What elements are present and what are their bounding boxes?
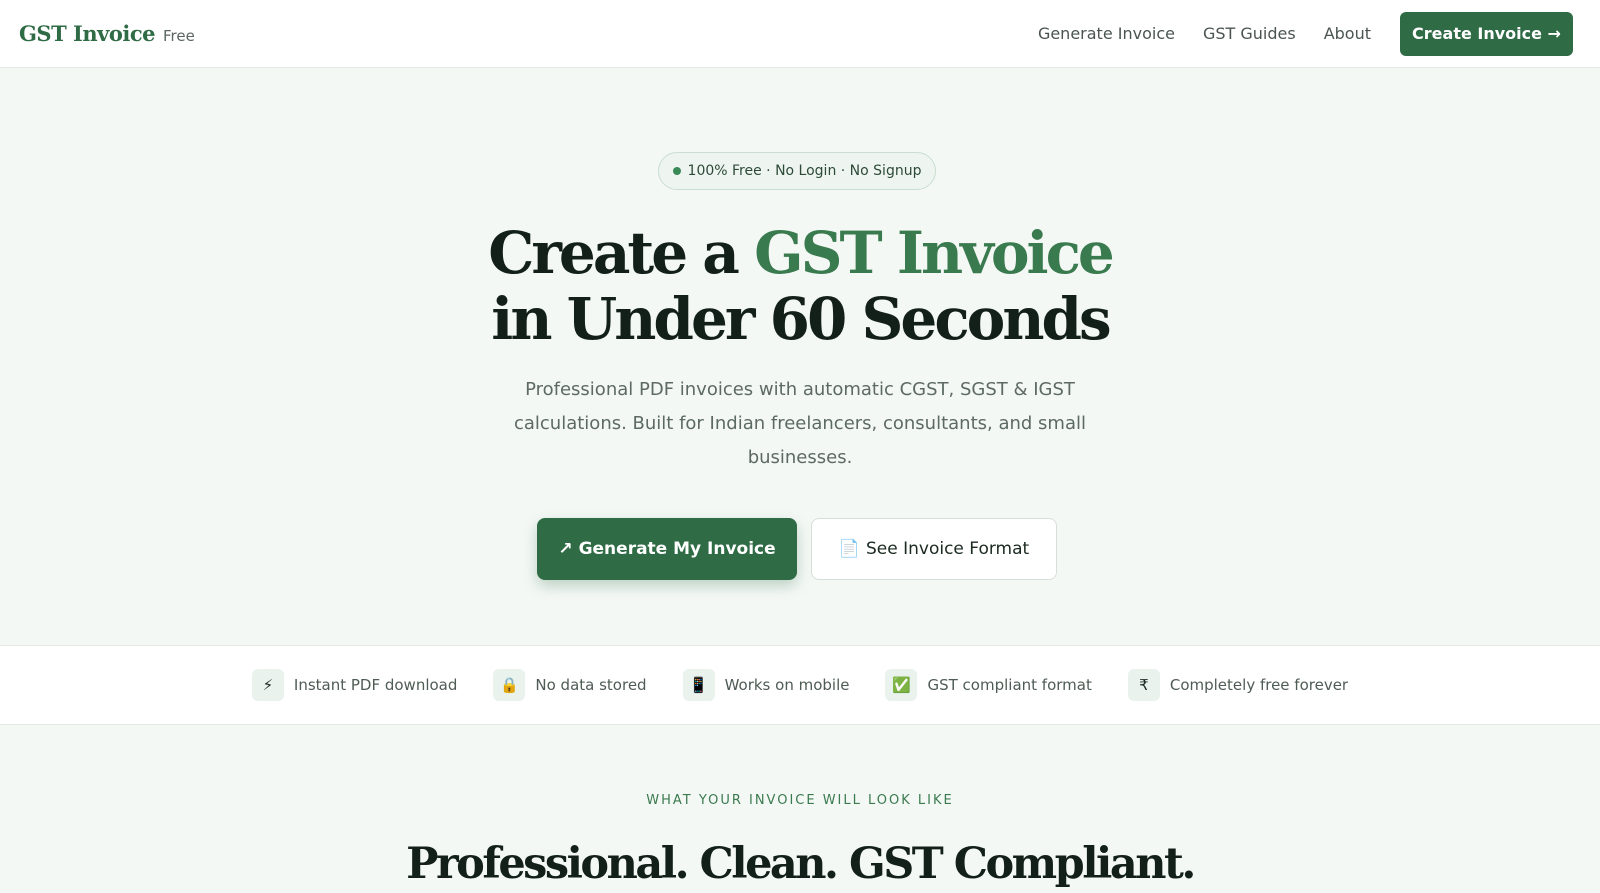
feature-label: Works on mobile — [724, 676, 850, 694]
free-badge: 100% Free · No Login · No Signup — [658, 152, 936, 190]
hero-subtitle: Professional PDF invoices with automatic… — [513, 379, 1086, 468]
free-badge-text: 100% Free · No Login · No Signup — [687, 163, 922, 179]
hero-title-line1: Create a GST Invoice — [0, 220, 1600, 286]
lock-icon: 🔒 — [493, 669, 526, 701]
see-invoice-format-button[interactable]: 📄 See Invoice Format — [811, 518, 1057, 580]
feature-label: Completely free forever — [1169, 676, 1349, 694]
feature-label: Instant PDF download — [293, 676, 458, 694]
hero-title-prefix: Create a — [488, 219, 755, 287]
check-icon: ✅ — [885, 669, 918, 701]
lightning-icon: ⚡ — [251, 669, 284, 701]
create-invoice-button[interactable]: Create Invoice → — [1400, 11, 1573, 56]
feature-strip: ⚡ Instant PDF download 🔒 No data stored … — [0, 645, 1600, 725]
nav-links: Generate Invoice GST Guides About Create… — [1038, 11, 1573, 56]
rupee-icon: ₹ — [1127, 669, 1160, 701]
feature-label: GST compliant format — [927, 676, 1092, 694]
feature-item: 📱 Works on mobile — [682, 669, 850, 701]
status-dot-icon — [672, 167, 681, 175]
preview-title: Professional. Clean. GST Compliant. — [406, 839, 1196, 889]
brand-tag: Free — [162, 27, 195, 45]
hero-section: 100% Free · No Login · No Signup Create … — [0, 68, 1600, 645]
nav-link-gst-guides[interactable]: GST Guides — [1203, 24, 1296, 43]
top-navbar: GST Invoice Free Generate Invoice GST Gu… — [0, 0, 1600, 68]
brand-name: GST Invoice — [19, 21, 155, 46]
feature-item: ₹ Completely free forever — [1127, 669, 1349, 701]
document-icon: 📄 — [838, 539, 860, 559]
nav-link-about[interactable]: About — [1324, 24, 1371, 43]
nav-link-generate-invoice[interactable]: Generate Invoice — [1038, 24, 1175, 43]
preview-eyebrow: WHAT YOUR INVOICE WILL LOOK LIKE — [646, 793, 954, 808]
arrow-up-right-icon: ↗ — [558, 539, 573, 559]
feature-item: ✅ GST compliant format — [885, 669, 1092, 701]
brand-logo[interactable]: GST Invoice Free — [19, 21, 195, 46]
feature-item: 🔒 No data stored — [493, 669, 647, 701]
feature-label: No data stored — [535, 676, 647, 694]
hero-title-line2: in Under 60 Seconds — [491, 285, 1111, 353]
mobile-icon: 📱 — [682, 669, 715, 701]
hero-title-accent: GST Invoice — [754, 219, 1115, 287]
see-invoice-format-label: See Invoice Format — [865, 539, 1030, 559]
feature-item: ⚡ Instant PDF download — [251, 669, 458, 701]
generate-my-invoice-label: Generate My Invoice — [578, 539, 776, 559]
generate-my-invoice-button[interactable]: ↗ Generate My Invoice — [537, 518, 797, 580]
